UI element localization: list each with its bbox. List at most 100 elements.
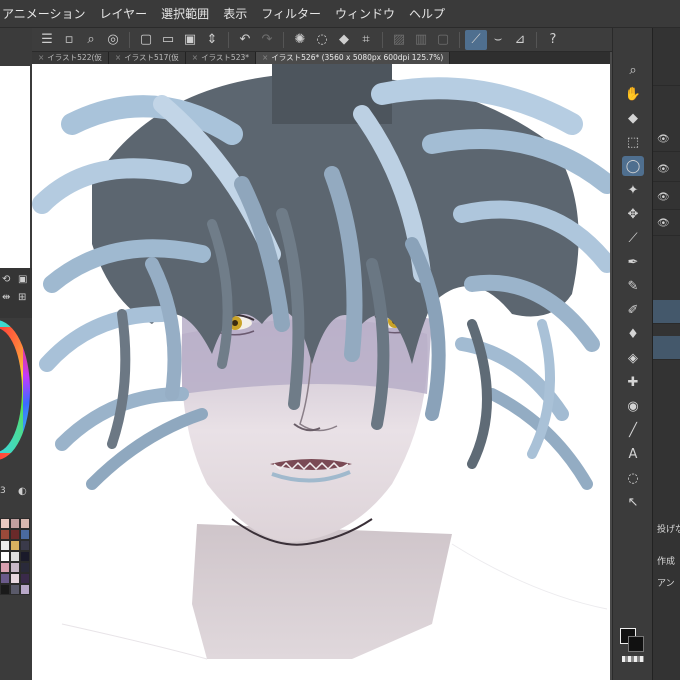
deselect-icon[interactable]: ▨	[388, 30, 410, 50]
snap-grid-icon[interactable]: ⌣	[487, 30, 509, 50]
tool-palette: ⌕ ✋ ◆ ⬚ ◯ ✦ ✥ ⟋ ✒ ✎ ✐ ♦ ◈ ✚ ◉ ╱ A ◌ ↖	[612, 28, 652, 680]
panel-text: 作成	[657, 557, 676, 567]
palette-swatch[interactable]	[20, 551, 30, 562]
menu-filter[interactable]: フィルター	[261, 5, 321, 22]
open-icon[interactable]: ⌕	[80, 30, 102, 50]
palette-swatch[interactable]	[0, 529, 10, 540]
undo-icon[interactable]: ↶	[234, 30, 256, 50]
menu-view[interactable]: 表示	[223, 5, 247, 22]
object-select-icon[interactable]: ⬚	[622, 132, 644, 152]
layer-row[interactable]: 👁	[653, 212, 680, 236]
layer-row-selected[interactable]	[653, 300, 680, 324]
lasso-icon[interactable]: ◯	[622, 156, 644, 176]
save-icon[interactable]: ◎	[102, 30, 124, 50]
balloon-icon[interactable]: ◌	[622, 468, 644, 488]
layer-row-selected[interactable]	[653, 336, 680, 360]
grid-icon[interactable]: ⊞	[18, 292, 26, 303]
open-folder-icon[interactable]: ▭	[157, 30, 179, 50]
eye-icon[interactable]: 👁	[657, 164, 670, 175]
drawing-canvas[interactable]	[32, 64, 610, 680]
close-icon[interactable]: ×	[38, 53, 44, 62]
flip-icon[interactable]: ⇹	[2, 292, 10, 303]
clear-outside-icon[interactable]: ◌	[311, 30, 333, 50]
save-file-icon[interactable]: ▣	[179, 30, 201, 50]
zoom-icon[interactable]: ⌕	[622, 60, 644, 80]
menu-layer[interactable]: レイヤー	[100, 5, 148, 22]
tab-illust-526[interactable]: × イラスト526* (3560 x 5080px 600dpi 125.7%)	[256, 52, 451, 64]
blend-icon[interactable]: ♦	[622, 324, 644, 344]
move-icon[interactable]: ✥	[622, 204, 644, 224]
palette-swatch[interactable]	[20, 584, 30, 595]
pencil-icon[interactable]: ✎	[622, 276, 644, 296]
menu-selection[interactable]: 選択範囲	[161, 5, 209, 22]
sub-color-swatch[interactable]	[628, 636, 644, 652]
palette-swatch[interactable]	[0, 551, 10, 562]
eye-icon[interactable]: 👁	[657, 134, 670, 145]
eye-icon[interactable]: 👁	[657, 218, 670, 229]
palette-swatch[interactable]	[10, 518, 20, 529]
eraser-icon[interactable]: ◆	[622, 108, 644, 128]
close-icon[interactable]: ×	[262, 53, 268, 62]
transparent-color-swatch[interactable]	[622, 656, 644, 662]
snap-ruler-icon[interactable]: ⟋	[465, 29, 487, 50]
menu-icon[interactable]: ☰	[36, 30, 58, 50]
layer-row[interactable]: 👁	[653, 128, 680, 152]
tab-illust-523[interactable]: × イラスト523*	[185, 52, 256, 64]
palette-swatch[interactable]	[20, 540, 30, 551]
palette-swatch[interactable]	[0, 573, 10, 584]
decorate-icon[interactable]: ✚	[622, 372, 644, 392]
close-icon[interactable]: ×	[192, 53, 198, 62]
rotate-icon[interactable]: ⟲	[2, 274, 10, 285]
redo-icon[interactable]: ↷	[256, 30, 278, 50]
menu-window[interactable]: ウィンドウ	[335, 5, 395, 22]
menu-help[interactable]: ヘルプ	[409, 5, 445, 22]
palette-swatch[interactable]	[10, 540, 20, 551]
select-all-icon[interactable]: ▥	[410, 30, 432, 50]
new-icon[interactable]: ▫	[58, 30, 80, 50]
tab-illust-522[interactable]: × イラスト522(仮	[32, 52, 109, 64]
hand-icon[interactable]: ✋	[622, 84, 644, 104]
pen-icon[interactable]: ✒	[622, 252, 644, 272]
menu-bar: アニメーション レイヤー 選択範囲 表示 フィルター ウィンドウ ヘルプ	[0, 0, 680, 28]
palette-swatch[interactable]	[10, 529, 20, 540]
close-icon[interactable]: ×	[115, 53, 121, 62]
fill-bucket-icon[interactable]: ◈	[622, 348, 644, 368]
palette-swatch[interactable]	[20, 518, 30, 529]
figure-icon[interactable]: ╱	[622, 420, 644, 440]
text-icon[interactable]: A	[622, 444, 644, 464]
palette-swatch[interactable]	[0, 562, 10, 573]
invert-icon[interactable]: ▢	[432, 30, 454, 50]
color-mode-icon[interactable]: ◐	[18, 486, 27, 497]
tab-illust-517[interactable]: × イラスト517(仮	[108, 52, 186, 64]
navigator-preview[interactable]	[0, 66, 30, 296]
layer-row[interactable]: 👁	[653, 158, 680, 182]
snap-special-icon[interactable]: ⊿	[509, 30, 531, 50]
correction-icon[interactable]: ↖	[622, 492, 644, 512]
palette-swatch[interactable]	[10, 584, 20, 595]
palette-swatch[interactable]	[0, 518, 10, 529]
neck-shape	[192, 524, 452, 659]
palette-swatch[interactable]	[10, 551, 20, 562]
eyedropper-icon[interactable]: ⟋	[622, 228, 644, 248]
clear-icon[interactable]: ✺	[289, 30, 311, 50]
palette-swatch[interactable]	[10, 573, 20, 584]
new-file-icon[interactable]: ▢	[135, 30, 157, 50]
palette-swatch[interactable]	[0, 584, 10, 595]
help-icon[interactable]: ?	[542, 30, 564, 50]
menu-animation[interactable]: アニメーション	[2, 5, 86, 22]
layer-row[interactable]	[653, 62, 680, 86]
palette-swatch[interactable]	[20, 573, 30, 584]
smudge-icon[interactable]: ◉	[622, 396, 644, 416]
palette-swatch[interactable]	[20, 562, 30, 573]
export-icon[interactable]: ⇕	[201, 30, 223, 50]
palette-swatch[interactable]	[10, 562, 20, 573]
transform-icon[interactable]: ⌗	[355, 30, 377, 50]
fit-icon[interactable]: ▣	[18, 274, 27, 285]
fill-icon[interactable]: ◆	[333, 30, 355, 50]
palette-swatch[interactable]	[20, 529, 30, 540]
eye-icon[interactable]: 👁	[657, 192, 670, 203]
magic-wand-icon[interactable]: ✦	[622, 180, 644, 200]
layer-row[interactable]: 👁	[653, 186, 680, 210]
palette-swatch[interactable]	[0, 540, 10, 551]
brush-icon[interactable]: ✐	[622, 300, 644, 320]
